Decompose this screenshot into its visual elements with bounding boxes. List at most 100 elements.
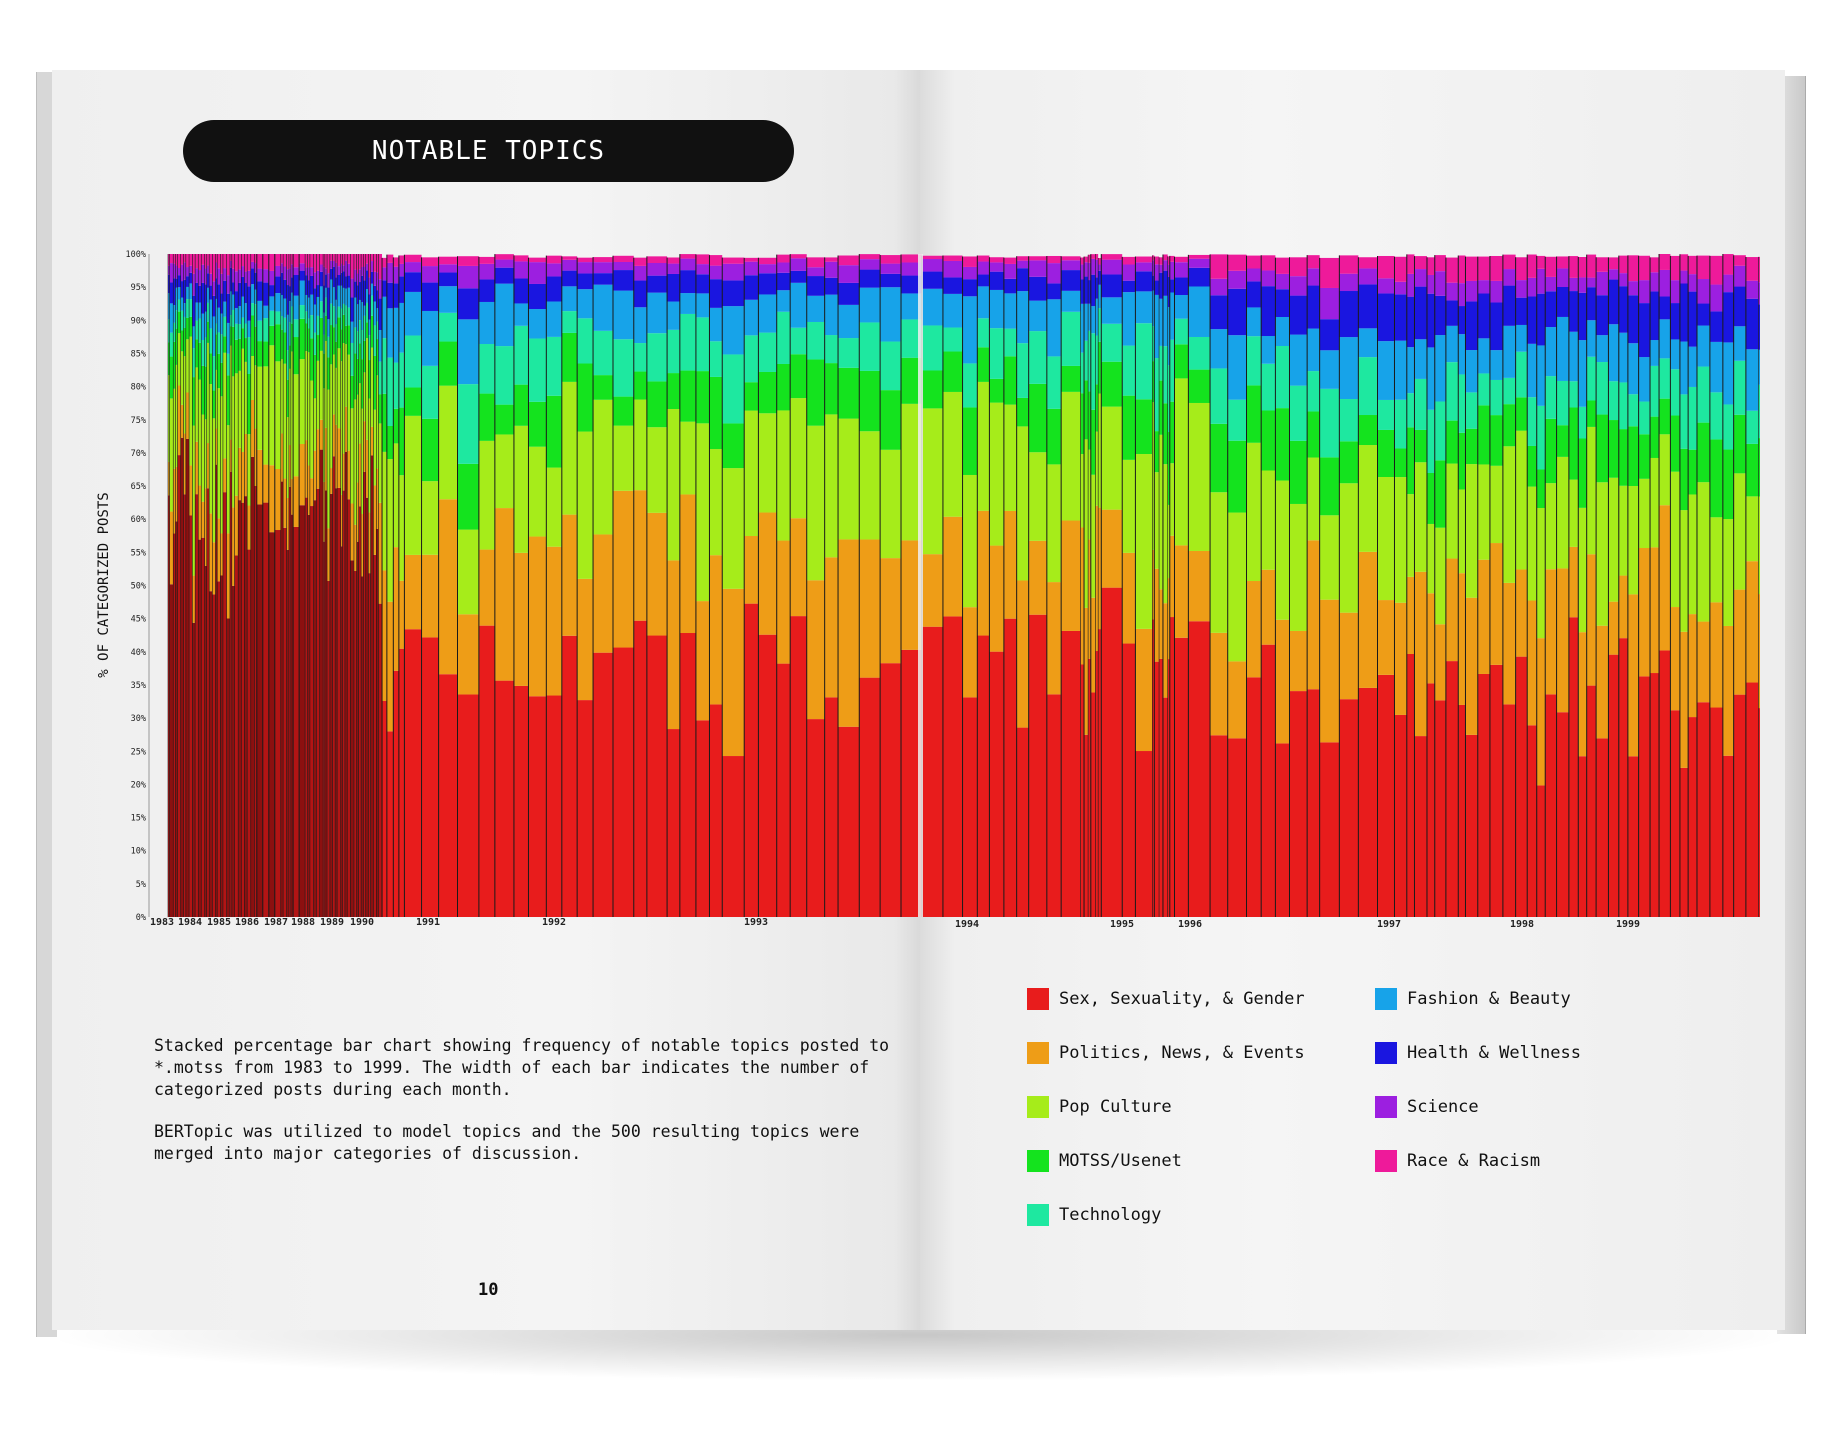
bar-segment xyxy=(256,300,263,321)
bar-stack xyxy=(1153,256,1160,917)
bar-segment xyxy=(307,297,310,319)
bar-segment xyxy=(1618,382,1628,430)
bar-stack xyxy=(824,257,839,917)
bar-segment xyxy=(1458,283,1466,307)
description-paragraph-2: BERTopic was utilized to model topics an… xyxy=(154,1122,860,1163)
bar-segment xyxy=(1084,256,1089,263)
bar-segment xyxy=(1709,341,1723,393)
bar-segment xyxy=(373,355,377,410)
bar-segment xyxy=(1084,340,1089,381)
bar-segment xyxy=(722,423,745,469)
bar-segment xyxy=(1319,742,1340,917)
bar-segment xyxy=(1608,324,1619,382)
bar-segment xyxy=(1135,323,1153,400)
bar-segment xyxy=(332,260,336,267)
bar-segment xyxy=(962,363,978,408)
bar-stack xyxy=(1445,257,1459,917)
bar-segment xyxy=(457,463,479,530)
bar-segment xyxy=(1568,479,1579,547)
bar-stack xyxy=(1722,254,1734,917)
bar-segment xyxy=(1246,268,1262,282)
bar-segment xyxy=(1688,274,1697,292)
bar-segment xyxy=(274,276,281,294)
bar-segment xyxy=(438,272,458,287)
bar-segment xyxy=(1568,617,1579,917)
bar-stack xyxy=(1121,256,1136,917)
bar-segment xyxy=(231,254,235,269)
bar-segment xyxy=(327,528,330,581)
bar-segment xyxy=(1502,254,1516,270)
bar-segment xyxy=(1028,614,1047,917)
bar-segment xyxy=(180,330,184,352)
bar-segment xyxy=(838,726,860,917)
bar-segment xyxy=(195,320,199,340)
bar-segment xyxy=(337,487,341,917)
bar-segment xyxy=(1556,712,1569,917)
bar-segment xyxy=(316,285,320,297)
bar-segment xyxy=(373,271,377,286)
bar-segment xyxy=(382,280,387,297)
bar-segment xyxy=(1445,257,1459,283)
bar-segment xyxy=(1608,269,1619,280)
y-tick-label: 80% xyxy=(131,383,146,393)
bar-segment xyxy=(1406,653,1415,917)
bar-segment xyxy=(220,396,223,534)
bar-segment xyxy=(370,254,374,262)
bar-segment xyxy=(942,260,963,278)
bar-segment xyxy=(350,560,354,917)
bar-segment xyxy=(1688,614,1697,718)
legend-swatch xyxy=(1375,988,1397,1010)
bar-segment xyxy=(977,274,990,287)
bar-segment xyxy=(217,332,221,354)
bar-segment xyxy=(268,532,275,917)
bar-segment xyxy=(335,424,338,489)
bar-segment xyxy=(1608,601,1619,655)
bar-segment xyxy=(280,433,284,482)
bar-segment xyxy=(1210,632,1228,736)
bar-segment xyxy=(1003,618,1017,917)
bar-segment xyxy=(363,372,366,422)
bar-segment xyxy=(217,518,221,582)
bar-stack xyxy=(188,254,193,917)
bar-segment xyxy=(324,268,328,275)
bar-segment xyxy=(1339,699,1359,917)
bar-segment xyxy=(307,465,310,515)
bar-segment xyxy=(344,344,348,407)
bar-segment xyxy=(1154,472,1160,569)
bar-segment xyxy=(1095,651,1099,917)
bar-segment xyxy=(283,363,287,479)
bar-segment xyxy=(268,296,275,311)
bar-segment xyxy=(256,320,263,342)
bar-stack xyxy=(363,254,366,917)
bar-segment xyxy=(299,359,306,444)
bar-segment xyxy=(561,286,578,312)
bar-segment xyxy=(1596,257,1609,272)
bar-segment xyxy=(1527,397,1537,446)
bar-segment xyxy=(613,290,634,340)
bar-segment xyxy=(342,314,345,344)
bar-segment xyxy=(234,555,239,917)
bar-segment xyxy=(324,427,328,491)
bar-segment xyxy=(363,421,366,472)
bar-segment xyxy=(880,287,902,342)
bar-segment xyxy=(1502,704,1516,917)
bar-stack xyxy=(494,254,514,917)
bar-segment xyxy=(363,340,366,373)
x-tick-label: 1986 xyxy=(235,917,259,928)
bar-segment xyxy=(989,289,1004,329)
bar-segment xyxy=(1515,397,1528,431)
bar-segment xyxy=(1489,543,1503,665)
bar-segment xyxy=(1061,256,1081,261)
bar-segment xyxy=(180,404,184,438)
bar-segment xyxy=(695,601,710,721)
bar-segment xyxy=(1688,494,1697,615)
bar-segment xyxy=(1733,360,1746,415)
bar-segment xyxy=(1061,630,1081,917)
bar-segment xyxy=(478,301,495,345)
bar-segment xyxy=(1745,298,1759,350)
bar-stack xyxy=(292,254,300,917)
bar-segment xyxy=(1003,356,1017,405)
bar-segment xyxy=(361,514,364,577)
bar-segment xyxy=(368,335,371,361)
bar-stack xyxy=(334,254,338,917)
